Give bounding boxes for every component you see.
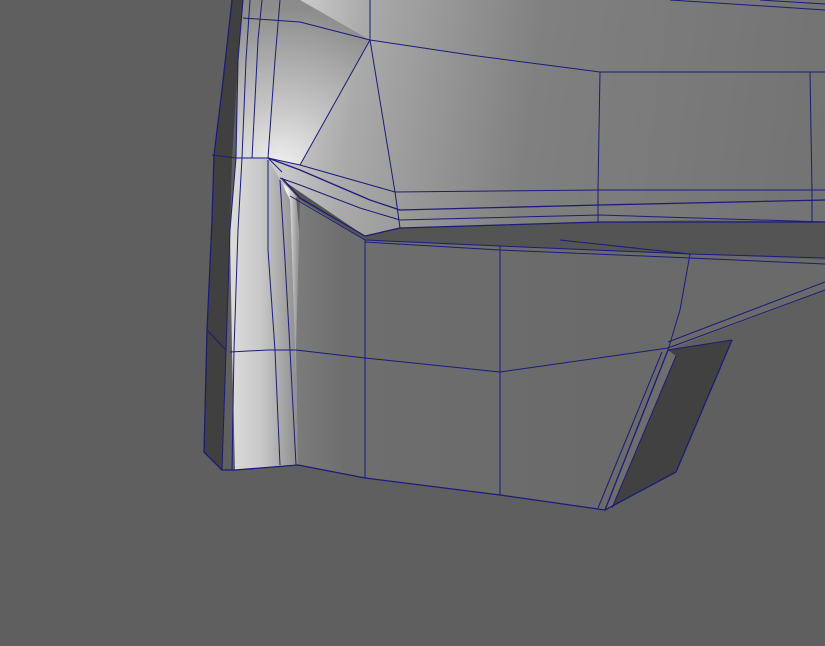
mesh-render[interactable] — [0, 0, 825, 646]
3d-viewport[interactable] — [0, 0, 825, 646]
